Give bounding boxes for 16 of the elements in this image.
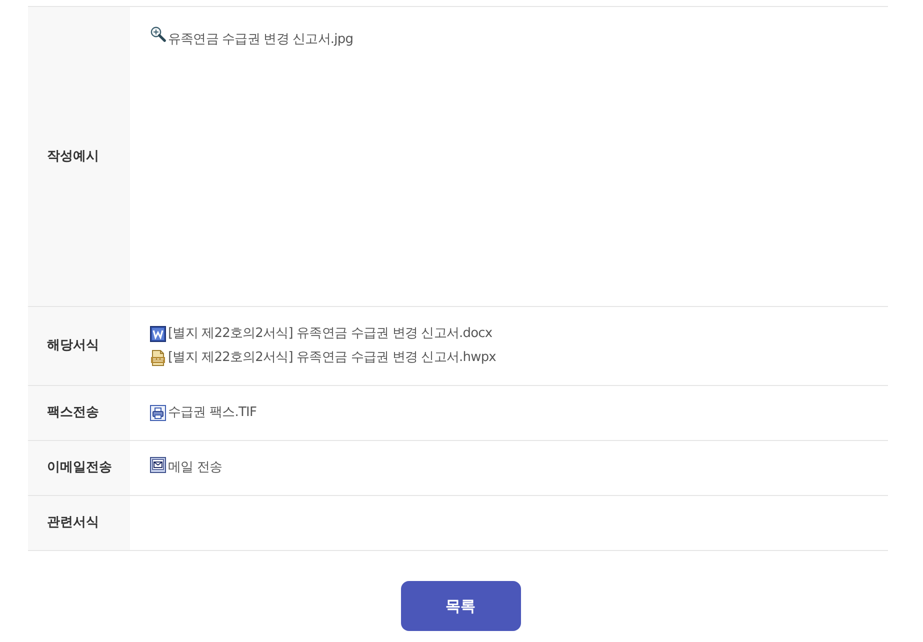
list-button[interactable]: 목록	[400, 581, 520, 631]
printer-icon	[150, 405, 166, 421]
row-header: 이메일전송	[28, 441, 130, 495]
envelope-icon	[150, 457, 166, 473]
row-header: 작성예시	[28, 7, 130, 306]
file-icon	[150, 350, 166, 366]
document-icon	[150, 326, 166, 342]
zoom-in-icon	[150, 26, 166, 42]
row-header: 해당서식	[28, 307, 130, 385]
file-link[interactable]: [별지 제22호의2서식] 유족연금 수급권 변경 신고서.docx	[150, 322, 492, 346]
image-link[interactable]: 유족연금 수급권 변경 신고서.jpg	[150, 28, 354, 52]
row-header: 팩스전송	[28, 386, 130, 440]
file-link[interactable]: 수급권 팩스.TIF	[150, 401, 257, 425]
email-link[interactable]: 메일 전송	[150, 456, 222, 480]
row-header: 관련서식	[28, 496, 130, 550]
file-link[interactable]: [별지 제22호의2서식] 유족연금 수급권 변경 신고서.hwpx	[150, 346, 496, 370]
